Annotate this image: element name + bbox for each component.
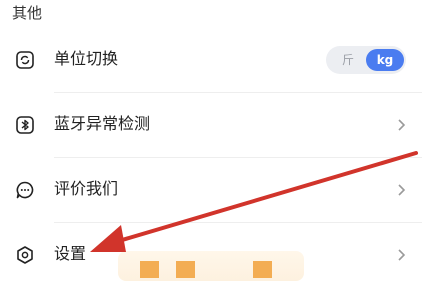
row-rate-us[interactable]: 评价我们 [0, 166, 422, 214]
divider [54, 222, 422, 223]
chevron-right-icon [398, 184, 406, 196]
row-label-bluetooth-check: 蓝牙异常检测 [54, 114, 151, 133]
chevron-right-icon [398, 249, 406, 261]
divider [54, 157, 422, 158]
settings-screen: 其他 单位切换 斤 kg 蓝牙异常检测 评价我们 设置 [0, 0, 422, 283]
chat-bubble-icon [16, 181, 34, 199]
section-title: 其他 [12, 4, 43, 22]
row-bluetooth-check[interactable]: 蓝牙异常检测 [0, 101, 422, 149]
chevron-right-icon [398, 119, 406, 131]
row-label-rate-us: 评价我们 [54, 179, 119, 198]
settings-hexagon-icon [17, 246, 33, 264]
row-label-unit-switch: 单位切换 [54, 49, 119, 68]
unit-switch-icon [16, 51, 34, 69]
row-settings[interactable]: 设置 [0, 231, 422, 279]
unit-option-kg[interactable]: kg [366, 49, 404, 71]
divider [54, 92, 422, 93]
unit-option-jin[interactable]: 斤 [329, 49, 367, 71]
row-label-settings: 设置 [54, 244, 87, 263]
unit-toggle[interactable]: 斤 kg [326, 46, 406, 74]
bluetooth-icon [16, 116, 34, 134]
